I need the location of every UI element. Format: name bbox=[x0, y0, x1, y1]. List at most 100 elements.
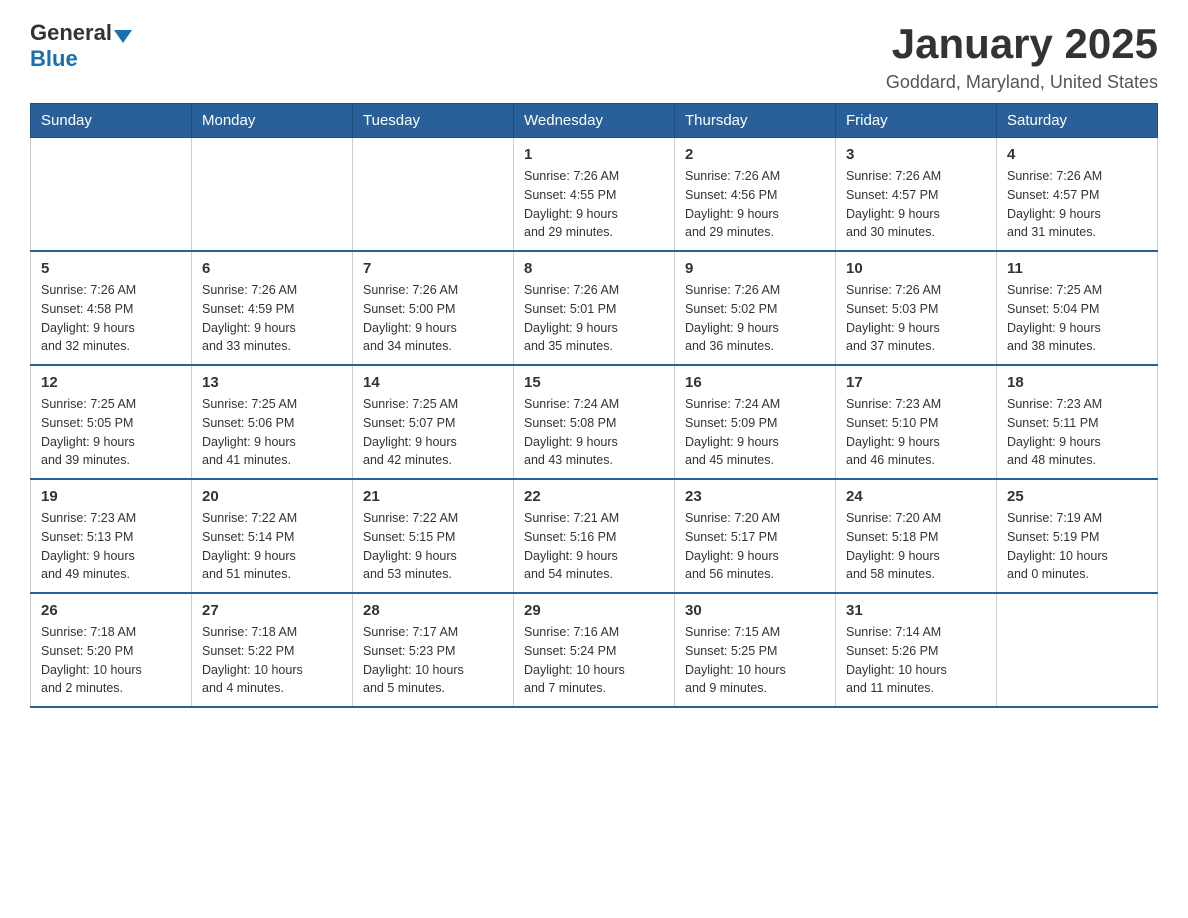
day-number: 1 bbox=[524, 146, 664, 163]
calendar-header: SundayMondayTuesdayWednesdayThursdayFrid… bbox=[31, 104, 1158, 138]
day-number: 25 bbox=[1007, 488, 1147, 505]
day-info: Sunrise: 7:24 AMSunset: 5:08 PMDaylight:… bbox=[524, 395, 664, 470]
day-number: 15 bbox=[524, 374, 664, 391]
day-number: 16 bbox=[685, 374, 825, 391]
day-number: 11 bbox=[1007, 260, 1147, 277]
day-number: 27 bbox=[202, 602, 342, 619]
calendar-cell: 11 Sunrise: 7:25 AMSunset: 5:04 PMDayligh… bbox=[997, 251, 1158, 365]
calendar-cell: 16Sunrise: 7:24 AMSunset: 5:09 PMDayligh… bbox=[675, 365, 836, 479]
day-number: 22 bbox=[524, 488, 664, 505]
day-info: Sunrise: 7:26 AMSunset: 4:56 PMDaylight:… bbox=[685, 167, 825, 242]
day-number: 17 bbox=[846, 374, 986, 391]
day-info: Sunrise: 7:26 AMSunset: 4:55 PMDaylight:… bbox=[524, 167, 664, 242]
calendar-cell: 21 Sunrise: 7:22 AMSunset: 5:15 PMDayligh… bbox=[353, 479, 514, 593]
day-info: Sunrise: 7:16 AMSunset: 5:24 PMDaylight:… bbox=[524, 623, 664, 698]
day-info: Sunrise: 7:26 AMSunset: 4:57 PMDaylight:… bbox=[1007, 167, 1147, 242]
day-info: Sunrise: 7:26 AMSunset: 4:59 PMDaylight:… bbox=[202, 281, 342, 356]
calendar-cell bbox=[997, 593, 1158, 707]
day-info: Sunrise: 7:25 AMSunset: 5:05 PMDaylight:… bbox=[41, 395, 181, 470]
calendar-cell: 10Sunrise: 7:26 AMSunset: 5:03 PMDayligh… bbox=[836, 251, 997, 365]
day-info: Sunrise: 7:15 AMSunset: 5:25 PMDaylight:… bbox=[685, 623, 825, 698]
calendar-cell: 14Sunrise: 7:25 AMSunset: 5:07 PMDayligh… bbox=[353, 365, 514, 479]
calendar-cell: 27Sunrise: 7:18 AMSunset: 5:22 PMDayligh… bbox=[192, 593, 353, 707]
day-info: Sunrise: 7:14 AMSunset: 5:26 PMDaylight:… bbox=[846, 623, 986, 698]
day-info: Sunrise: 7:19 AMSunset: 5:19 PMDaylight:… bbox=[1007, 509, 1147, 584]
calendar-table: SundayMondayTuesdayWednesdayThursdayFrid… bbox=[30, 103, 1158, 708]
day-info: Sunrise: 7:26 AMSunset: 4:57 PMDaylight:… bbox=[846, 167, 986, 242]
day-number: 21 bbox=[363, 488, 503, 505]
logo-triangle-icon bbox=[114, 30, 132, 43]
calendar-cell: 6 Sunrise: 7:26 AMSunset: 4:59 PMDaylight… bbox=[192, 251, 353, 365]
calendar-cell: 31 Sunrise: 7:14 AMSunset: 5:26 PMDayligh… bbox=[836, 593, 997, 707]
weekday-header-thursday: Thursday bbox=[675, 104, 836, 138]
day-info: Sunrise: 7:26 AMSunset: 5:00 PMDaylight:… bbox=[363, 281, 503, 356]
weekday-header-saturday: Saturday bbox=[997, 104, 1158, 138]
calendar-cell: 7 Sunrise: 7:26 AMSunset: 5:00 PMDaylight… bbox=[353, 251, 514, 365]
day-number: 29 bbox=[524, 602, 664, 619]
calendar-cell: 5 Sunrise: 7:26 AMSunset: 4:58 PMDaylight… bbox=[31, 251, 192, 365]
day-number: 30 bbox=[685, 602, 825, 619]
weekday-header-wednesday: Wednesday bbox=[514, 104, 675, 138]
day-info: Sunrise: 7:26 AMSunset: 5:01 PMDaylight:… bbox=[524, 281, 664, 356]
calendar-cell: 22 Sunrise: 7:21 AMSunset: 5:16 PMDayligh… bbox=[514, 479, 675, 593]
header: General Blue January 2025 Goddard, Maryl… bbox=[30, 20, 1158, 93]
calendar-cell: 18Sunrise: 7:23 AMSunset: 5:11 PMDayligh… bbox=[997, 365, 1158, 479]
day-info: Sunrise: 7:26 AMSunset: 4:58 PMDaylight:… bbox=[41, 281, 181, 356]
day-info: Sunrise: 7:20 AMSunset: 5:18 PMDaylight:… bbox=[846, 509, 986, 584]
calendar-cell: 20 Sunrise: 7:22 AMSunset: 5:14 PMDayligh… bbox=[192, 479, 353, 593]
day-info: Sunrise: 7:26 AMSunset: 5:02 PMDaylight:… bbox=[685, 281, 825, 356]
calendar-cell: 8 Sunrise: 7:26 AMSunset: 5:01 PMDaylight… bbox=[514, 251, 675, 365]
day-number: 3 bbox=[846, 146, 986, 163]
day-info: Sunrise: 7:25 AMSunset: 5:07 PMDaylight:… bbox=[363, 395, 503, 470]
day-number: 6 bbox=[202, 260, 342, 277]
calendar-cell bbox=[353, 138, 514, 252]
week-row-2: 5 Sunrise: 7:26 AMSunset: 4:58 PMDaylight… bbox=[31, 251, 1158, 365]
calendar-cell: 13 Sunrise: 7:25 AMSunset: 5:06 PMDayligh… bbox=[192, 365, 353, 479]
day-info: Sunrise: 7:23 AMSunset: 5:11 PMDaylight:… bbox=[1007, 395, 1147, 470]
logo-blue-text: Blue bbox=[30, 46, 78, 71]
weekday-header-sunday: Sunday bbox=[31, 104, 192, 138]
day-info: Sunrise: 7:23 AMSunset: 5:10 PMDaylight:… bbox=[846, 395, 986, 470]
calendar-cell: 12Sunrise: 7:25 AMSunset: 5:05 PMDayligh… bbox=[31, 365, 192, 479]
day-number: 31 bbox=[846, 602, 986, 619]
calendar-cell: 2Sunrise: 7:26 AMSunset: 4:56 PMDaylight… bbox=[675, 138, 836, 252]
weekday-header-tuesday: Tuesday bbox=[353, 104, 514, 138]
calendar-cell: 26 Sunrise: 7:18 AMSunset: 5:20 PMDayligh… bbox=[31, 593, 192, 707]
calendar-cell: 9 Sunrise: 7:26 AMSunset: 5:02 PMDaylight… bbox=[675, 251, 836, 365]
day-number: 4 bbox=[1007, 146, 1147, 163]
day-info: Sunrise: 7:22 AMSunset: 5:15 PMDaylight:… bbox=[363, 509, 503, 584]
day-number: 24 bbox=[846, 488, 986, 505]
week-row-4: 19Sunrise: 7:23 AMSunset: 5:13 PMDayligh… bbox=[31, 479, 1158, 593]
calendar-cell: 17 Sunrise: 7:23 AMSunset: 5:10 PMDayligh… bbox=[836, 365, 997, 479]
day-number: 23 bbox=[685, 488, 825, 505]
day-info: Sunrise: 7:22 AMSunset: 5:14 PMDaylight:… bbox=[202, 509, 342, 584]
day-number: 8 bbox=[524, 260, 664, 277]
weekday-header-monday: Monday bbox=[192, 104, 353, 138]
week-row-5: 26 Sunrise: 7:18 AMSunset: 5:20 PMDayligh… bbox=[31, 593, 1158, 707]
calendar-cell: 15 Sunrise: 7:24 AMSunset: 5:08 PMDayligh… bbox=[514, 365, 675, 479]
calendar-cell bbox=[31, 138, 192, 252]
calendar-cell: 19Sunrise: 7:23 AMSunset: 5:13 PMDayligh… bbox=[31, 479, 192, 593]
logo-general-text: General bbox=[30, 20, 112, 46]
calendar-cell bbox=[192, 138, 353, 252]
day-number: 20 bbox=[202, 488, 342, 505]
day-info: Sunrise: 7:25 AMSunset: 5:04 PMDaylight:… bbox=[1007, 281, 1147, 356]
calendar-cell: 25 Sunrise: 7:19 AMSunset: 5:19 PMDayligh… bbox=[997, 479, 1158, 593]
day-number: 13 bbox=[202, 374, 342, 391]
day-info: Sunrise: 7:21 AMSunset: 5:16 PMDaylight:… bbox=[524, 509, 664, 584]
day-number: 26 bbox=[41, 602, 181, 619]
week-row-1: 1 Sunrise: 7:26 AMSunset: 4:55 PMDaylight… bbox=[31, 138, 1158, 252]
day-info: Sunrise: 7:18 AMSunset: 5:20 PMDaylight:… bbox=[41, 623, 181, 698]
day-info: Sunrise: 7:20 AMSunset: 5:17 PMDaylight:… bbox=[685, 509, 825, 584]
day-number: 9 bbox=[685, 260, 825, 277]
calendar-cell: 24 Sunrise: 7:20 AMSunset: 5:18 PMDayligh… bbox=[836, 479, 997, 593]
calendar-cell: 28Sunrise: 7:17 AMSunset: 5:23 PMDayligh… bbox=[353, 593, 514, 707]
month-title: January 2025 bbox=[886, 20, 1158, 68]
day-number: 28 bbox=[363, 602, 503, 619]
logo: General Blue bbox=[30, 20, 132, 72]
day-number: 10 bbox=[846, 260, 986, 277]
day-number: 5 bbox=[41, 260, 181, 277]
day-number: 7 bbox=[363, 260, 503, 277]
location-title: Goddard, Maryland, United States bbox=[886, 72, 1158, 93]
day-info: Sunrise: 7:25 AMSunset: 5:06 PMDaylight:… bbox=[202, 395, 342, 470]
